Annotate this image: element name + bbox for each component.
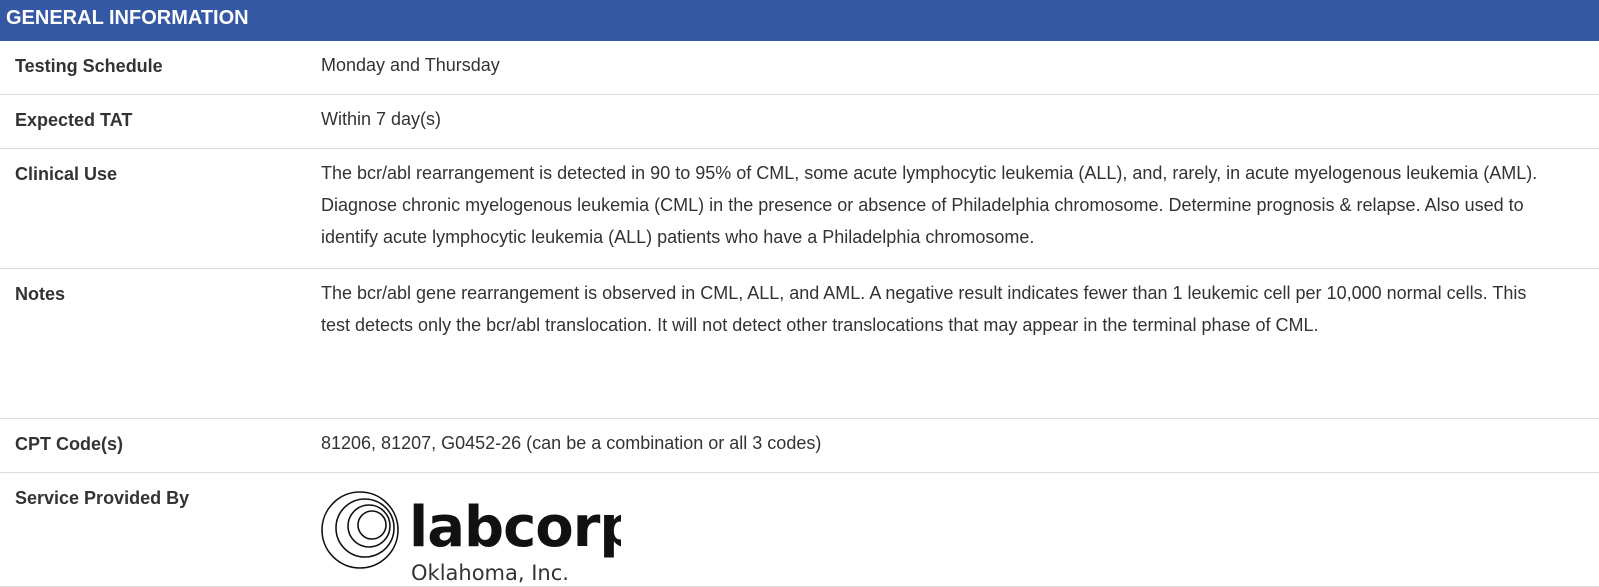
labcorp-logo-icon [321,491,399,569]
row-label: Notes [15,284,66,304]
logo-wordmark: labcorp [409,495,621,560]
row-value: The bcr/abl rearrangement is detected in… [321,163,1538,247]
row-value: labcorp Oklahoma, Inc. [321,466,1599,586]
row-value: Within 7 day(s) [321,109,442,129]
info-row-clinical-use: Clinical Use The bcr/abl rearrangement i… [0,149,1599,269]
info-row-expected-tat: Expected TAT Within 7 day(s) [0,95,1599,149]
labcorp-logo: labcorp Oklahoma, Inc. [321,491,621,585]
logo-subtitle: Oklahoma, Inc. [411,561,569,585]
section-title: GENERAL INFORMATION [6,7,249,29]
row-label: Testing Schedule [15,56,163,76]
info-row-service-provider: Service Provided By labcorp Oklahoma, In… [0,473,1599,587]
row-label: Service Provided By [15,488,190,508]
row-value: The bcr/abl gene rearrangement is observ… [321,283,1527,335]
row-value: 81206, 81207, G0452-26 (can be a combina… [321,433,822,453]
info-row-notes: Notes The bcr/abl gene rearrangement is … [0,269,1599,419]
row-value: Monday and Thursday [321,55,500,75]
row-label: Expected TAT [15,110,133,130]
info-row-testing-schedule: Testing Schedule Monday and Thursday [0,41,1599,95]
info-row-cpt-codes: CPT Code(s) 81206, 81207, G0452-26 (can … [0,419,1599,473]
row-label: CPT Code(s) [15,434,123,454]
row-label: Clinical Use [15,164,118,184]
